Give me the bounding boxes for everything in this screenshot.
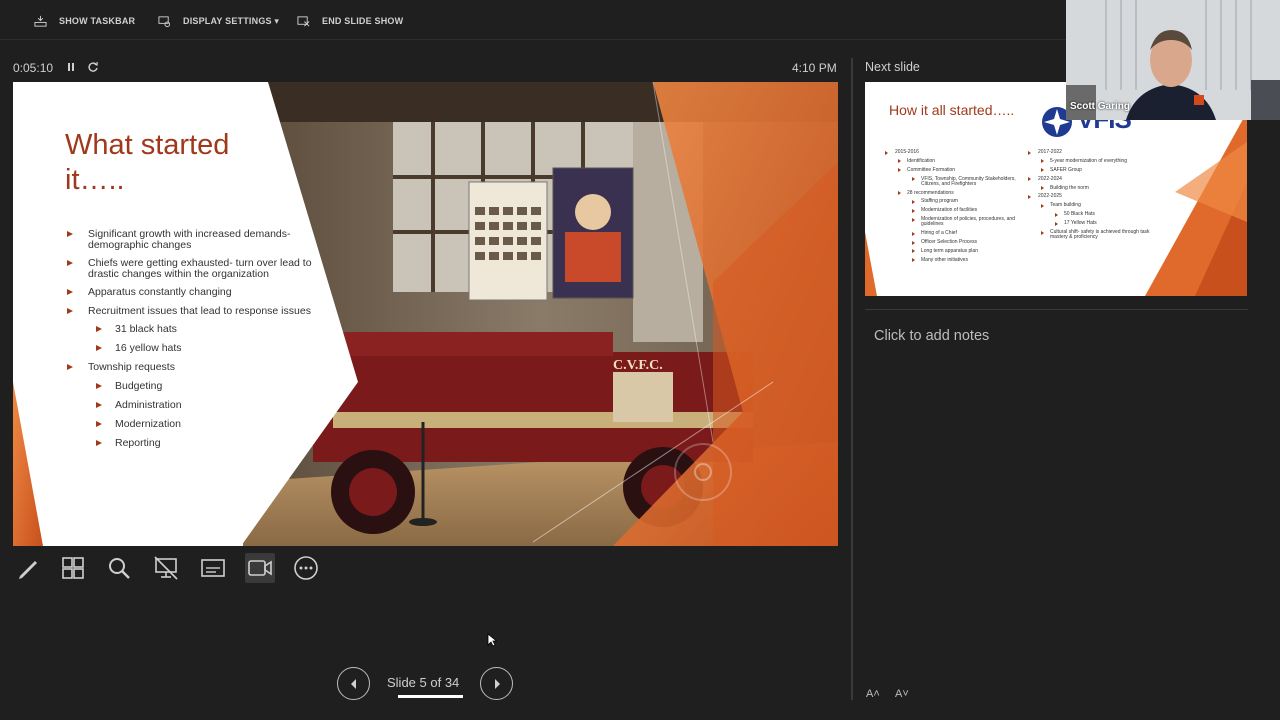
chevron-left-icon bbox=[350, 678, 356, 689]
slide-bullet: 16 yellow hats bbox=[63, 343, 323, 354]
slide-bullet: Modernization bbox=[63, 418, 323, 430]
decrease-font-button[interactable]: A˅ bbox=[895, 688, 909, 700]
next-slide-bullet: Hiring of a Chief bbox=[885, 231, 1035, 236]
next-slide-bullet: Committee Formation bbox=[885, 167, 1035, 173]
subtitles-button[interactable] bbox=[198, 553, 228, 583]
slide-bullet: Recruitment issues that lead to response… bbox=[63, 305, 323, 317]
next-slide-bullet: 2015-2016 bbox=[885, 150, 1035, 155]
increase-font-button[interactable]: A˄ bbox=[866, 688, 880, 700]
pane-divider[interactable] bbox=[851, 58, 853, 700]
slide-bullet: 31 black hats bbox=[63, 324, 323, 335]
slide-counter[interactable]: Slide 5 of 34 bbox=[387, 675, 459, 690]
next-slide-label: Next slide bbox=[865, 60, 920, 74]
see-all-slides-icon bbox=[62, 557, 84, 579]
next-slide-bullet: Long term apparatus plan bbox=[885, 248, 1035, 254]
next-slide-bullet: SAFER Group bbox=[1028, 167, 1163, 173]
speaker-notes[interactable]: Click to add notes bbox=[874, 328, 989, 344]
previous-slide-button[interactable] bbox=[337, 667, 370, 700]
camera-icon bbox=[248, 560, 272, 576]
black-screen-button[interactable] bbox=[151, 553, 181, 583]
next-slide-bullet: 28 recommendations bbox=[885, 190, 1035, 196]
next-slide-right-column: 2017-2022 5-year modernization of everyth… bbox=[1028, 150, 1163, 244]
slide-bullet: Chiefs were getting exhausted- turn over… bbox=[63, 258, 323, 279]
zoom-button[interactable] bbox=[104, 553, 134, 583]
show-taskbar-button[interactable]: SHOW TASKBAR bbox=[34, 12, 135, 30]
slide-bullet: Budgeting bbox=[63, 380, 323, 392]
next-slide-bullet: Officer Selection Process bbox=[885, 240, 1035, 245]
end-slide-show-button[interactable]: END SLIDE SHOW bbox=[297, 12, 403, 30]
next-slide-bullet: VFIS, Township, Community Stakeholders, … bbox=[885, 176, 1035, 187]
next-slide-bullet: Team building bbox=[1028, 203, 1163, 208]
restart-timer-button[interactable] bbox=[86, 60, 100, 74]
display-settings-label: DISPLAY SETTINGS ▾ bbox=[183, 15, 280, 26]
next-slide-bullet: Building the norm bbox=[1028, 185, 1163, 191]
next-slide-bullet: 5-year modernization of everything bbox=[1028, 158, 1163, 164]
slide-progress-bar bbox=[387, 695, 463, 698]
end-slide-show-label: END SLIDE SHOW bbox=[322, 16, 404, 26]
next-slide-bullet: Many other initiatives bbox=[885, 257, 1035, 263]
slide-bullet: Administration bbox=[63, 399, 323, 411]
next-slide-bullet: Modernization of facilities bbox=[885, 208, 1035, 213]
black-screen-icon bbox=[154, 556, 178, 580]
elapsed-timer: 0:05:10 bbox=[13, 61, 54, 75]
slide-bullet: Significant growth with increased demand… bbox=[63, 229, 323, 250]
next-slide-bullet: Cultural shift- safety is achieved throu… bbox=[1028, 230, 1163, 240]
pause-icon bbox=[68, 63, 74, 71]
zoom-icon bbox=[109, 558, 130, 579]
next-slide-bullet: 50 Black Hats bbox=[1028, 212, 1163, 217]
slide-bullet: Township requests bbox=[63, 362, 323, 373]
slide-progress-fill bbox=[387, 695, 399, 698]
slide-bullet-list: Significant growth with increased demand… bbox=[63, 229, 323, 457]
next-slide-bullet: Identification bbox=[885, 158, 1035, 164]
participant-name: Scott Garing bbox=[1070, 101, 1131, 112]
camera-toggle-button[interactable] bbox=[245, 553, 275, 583]
next-slide-bullet: Modernization of policies, procedures, a… bbox=[885, 217, 1035, 227]
restart-icon bbox=[88, 61, 98, 72]
pen-tool-button[interactable] bbox=[13, 553, 43, 583]
next-slide-left-column: 2015-2016 Identification Committee Formati… bbox=[885, 150, 1035, 267]
slide-title: What started it….. bbox=[65, 129, 230, 196]
see-all-slides-button[interactable] bbox=[58, 553, 88, 583]
show-taskbar-label: SHOW TASKBAR bbox=[59, 16, 136, 26]
display-settings-icon bbox=[158, 15, 171, 27]
chevron-right-icon bbox=[494, 678, 500, 689]
more-options-icon bbox=[294, 556, 318, 580]
subtitles-icon bbox=[201, 559, 225, 577]
next-slide-bullet: 2017-2022 bbox=[1028, 150, 1163, 155]
pen-icon bbox=[19, 561, 37, 579]
mouse-cursor-icon bbox=[487, 633, 497, 647]
truck-lettering: C.V.F.C. bbox=[613, 358, 663, 373]
current-slide[interactable]: C.V.F.C. What started it….. Significant … bbox=[13, 82, 838, 546]
next-slide-bullet: 2022-2024 bbox=[1028, 176, 1163, 182]
next-slide-title: How it all started….. bbox=[889, 102, 1015, 118]
next-slide-bullet: Staffing program bbox=[885, 199, 1035, 204]
slide-bullet: Reporting bbox=[63, 437, 323, 449]
taskbar-icon bbox=[34, 15, 47, 27]
next-slide-bullet: 17 Yellow Hats bbox=[1028, 221, 1163, 226]
webcam-video: Scott Garing bbox=[1066, 0, 1280, 120]
current-time: 4:10 PM bbox=[792, 61, 837, 75]
pause-timer-button[interactable] bbox=[64, 60, 78, 74]
display-settings-button[interactable]: DISPLAY SETTINGS ▾ bbox=[158, 12, 279, 30]
more-options-button[interactable] bbox=[291, 553, 321, 583]
end-show-icon bbox=[297, 15, 310, 26]
slide-bullet: Apparatus constantly changing bbox=[63, 287, 323, 298]
next-slide-button[interactable] bbox=[480, 667, 513, 700]
next-slide-bullet: 2022-2025 bbox=[1028, 194, 1163, 199]
notes-separator bbox=[865, 309, 1248, 310]
